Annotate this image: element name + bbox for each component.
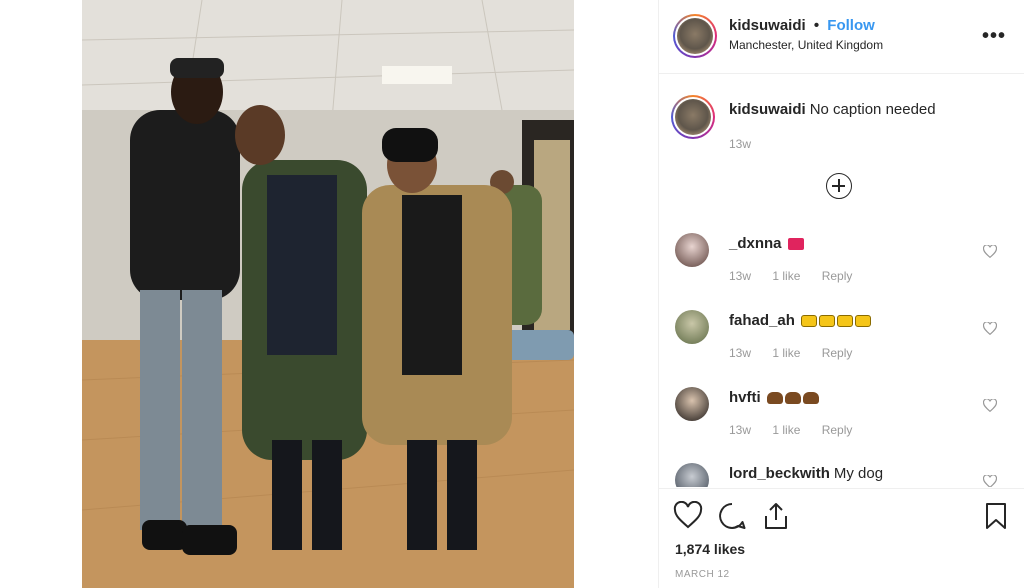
comment-text-line: _dxnna — [729, 235, 804, 252]
comment-item: hvfti 13w 1 like Reply — [675, 387, 1015, 457]
commenter-avatar[interactable] — [675, 463, 709, 487]
likes-count[interactable]: 1,874 likes — [675, 541, 745, 557]
caption-text: No caption needed — [809, 101, 936, 118]
plus-circle-icon[interactable] — [826, 173, 852, 199]
separator-dot: • — [813, 17, 820, 34]
comment-icon[interactable] — [717, 501, 747, 531]
caption-time[interactable]: 13w — [729, 137, 751, 151]
flexed-biceps-icon — [802, 392, 819, 405]
comment-text-line: lord_beckwith My dog — [729, 465, 883, 482]
more-options-icon[interactable]: ••• — [982, 25, 1006, 48]
comment-username[interactable]: hvfti — [729, 389, 761, 406]
post-side-panel: kidsuwaidi • Follow Manchester, United K… — [658, 0, 1024, 588]
commenter-avatar[interactable] — [675, 233, 709, 267]
commenter-avatar[interactable] — [675, 310, 709, 344]
hundred-points-icon — [787, 238, 804, 251]
crown-icon — [818, 315, 835, 328]
comment-likes[interactable]: 1 like — [772, 423, 800, 437]
comment-item: lord_beckwith My dog — [675, 463, 1015, 487]
comment-text: My dog — [833, 465, 884, 482]
author-username[interactable]: kidsuwaidi — [729, 17, 806, 34]
comment-item: fahad_ah 13w 1 like Reply — [675, 310, 1015, 380]
author-avatar[interactable] — [673, 14, 717, 58]
post-location[interactable]: Manchester, United Kingdom — [729, 38, 883, 52]
heart-icon[interactable] — [983, 399, 997, 412]
post-actions-footer: 1,874 likes MARCH 12 — [659, 488, 1024, 588]
photo-illustration — [82, 0, 574, 588]
comment-time[interactable]: 13w — [729, 346, 751, 360]
post-date[interactable]: MARCH 12 — [675, 569, 730, 580]
comment-text-line: fahad_ah — [729, 312, 871, 329]
comment-likes[interactable]: 1 like — [772, 269, 800, 283]
caption-text-line: kidsuwaidi No caption needed — [729, 101, 936, 118]
caption-username[interactable]: kidsuwaidi — [729, 101, 806, 118]
reply-button[interactable]: Reply — [822, 423, 853, 437]
post-photo[interactable] — [82, 0, 574, 588]
crown-icon — [800, 315, 817, 328]
comment-username[interactable]: fahad_ah — [729, 312, 795, 329]
heart-icon[interactable] — [983, 475, 997, 487]
author-line: kidsuwaidi • Follow — [729, 17, 875, 34]
share-icon[interactable] — [761, 501, 791, 531]
follow-button[interactable]: Follow — [827, 17, 875, 34]
caption-avatar[interactable] — [671, 95, 715, 139]
reply-button[interactable]: Reply — [822, 346, 853, 360]
comments-list[interactable]: kidsuwaidi No caption needed 13w _dxnna 1… — [659, 75, 1024, 487]
comment-text-line: hvfti — [729, 389, 819, 406]
reply-button[interactable]: Reply — [822, 269, 853, 283]
flexed-biceps-icon — [784, 392, 801, 405]
flexed-biceps-icon — [766, 392, 783, 405]
heart-icon[interactable] — [983, 322, 997, 335]
crown-icon — [854, 315, 871, 328]
comment-likes[interactable]: 1 like — [772, 346, 800, 360]
page-margin-left — [0, 0, 82, 588]
caption-meta: 13w — [729, 137, 769, 151]
comment-meta: 13w 1 like Reply — [729, 346, 870, 360]
comment-time[interactable]: 13w — [729, 269, 751, 283]
comment-username[interactable]: _dxnna — [729, 235, 782, 252]
comment-username[interactable]: lord_beckwith — [729, 465, 830, 482]
crown-icon — [836, 315, 853, 328]
page-margin-center — [574, 0, 658, 588]
heart-icon[interactable] — [673, 501, 703, 531]
bookmark-icon[interactable] — [981, 501, 1011, 531]
heart-icon[interactable] — [983, 245, 997, 258]
comment-time[interactable]: 13w — [729, 423, 751, 437]
commenter-avatar[interactable] — [675, 387, 709, 421]
comment-meta: 13w 1 like Reply — [729, 269, 870, 283]
post-header: kidsuwaidi • Follow Manchester, United K… — [659, 0, 1024, 74]
comment-meta: 13w 1 like Reply — [729, 423, 870, 437]
comment-item: _dxnna 13w 1 like Reply — [675, 233, 1015, 303]
